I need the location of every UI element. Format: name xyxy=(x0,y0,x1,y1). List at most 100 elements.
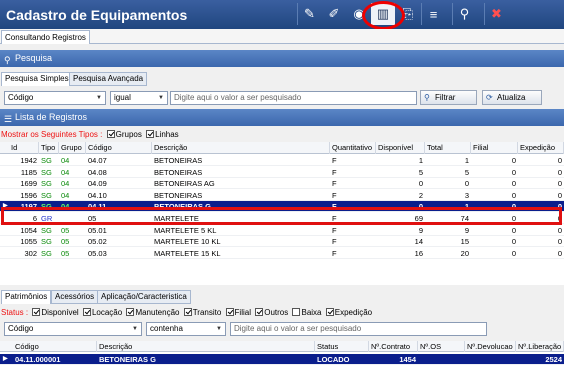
col-grupo[interactable]: Grupo xyxy=(59,142,86,154)
table-row[interactable]: 1942 SG 04 04.07 BETONEIRAS F 1 1 0 0 xyxy=(0,155,564,166)
tab-pesquisa-avancada[interactable]: Pesquisa Avançada xyxy=(69,72,148,86)
refresh-button[interactable]: ⟳ Atualiza xyxy=(482,90,542,105)
col-total[interactable]: Total xyxy=(425,142,471,154)
col-disponivel[interactable]: Disponível xyxy=(376,142,425,154)
detail-operator-value: contenha xyxy=(150,324,183,333)
table-row[interactable]: 302 SG 05 05.03 MARTELETE 15 KL F 16 20 0 0 xyxy=(0,248,564,259)
operator-select[interactable]: igual ▼ xyxy=(110,91,168,105)
table-row[interactable]: 1185 SG 04 04.08 BETONEIRAS F 5 5 0 0 xyxy=(0,167,564,178)
close-icon[interactable]: ✖ xyxy=(484,3,508,25)
col-codigo[interactable]: Código xyxy=(86,142,152,154)
detail-field-select[interactable]: Código ▼ xyxy=(4,322,142,336)
table-row[interactable]: 1054 SG 05 05.01 MARTELETE 5 KL F 9 9 0 0 xyxy=(0,225,564,236)
cell-exped: 0 xyxy=(557,179,562,189)
lista-header: ☰ Lista de Registros xyxy=(0,109,564,126)
detail-search-row: Código ▼ contenha ▼ Digite aqui o valor a … xyxy=(0,320,564,338)
grid-header: Id Tipo Grupo Código Descrição Quantitat… xyxy=(0,142,564,154)
status-disponivel-label: Disponível xyxy=(41,308,79,317)
col-expedicao[interactable]: Expedição xyxy=(518,142,564,154)
detail-search-input[interactable]: Digite aqui o valor a ser pesquisado xyxy=(230,322,487,336)
detail-cell-descricao: BETONEIRAS G xyxy=(99,355,156,364)
table-row[interactable]: 1699 SG 04 04.09 BETONEIRAS AG F 0 0 0 0 xyxy=(0,178,564,190)
search-input[interactable]: Digite aqui o valor a ser pesquisado xyxy=(170,91,417,105)
cell-quant: F xyxy=(332,190,337,200)
cell-filial: 0 xyxy=(511,248,516,258)
pencil-icon[interactable]: ✎ xyxy=(297,3,321,25)
cell-id: 1942 xyxy=(20,156,37,165)
col-tipo[interactable]: Tipo xyxy=(39,142,59,154)
status-expedicao-checkbox[interactable] xyxy=(325,308,334,316)
chevron-down-icon: ▼ xyxy=(158,95,164,101)
cell-descricao: BETONEIRAS xyxy=(154,167,203,177)
field-select[interactable]: Código ▼ xyxy=(4,91,106,105)
linhas-checkbox[interactable] xyxy=(146,130,155,138)
col-descricao[interactable]: Descrição xyxy=(152,142,330,154)
status-disponivel-checkbox[interactable] xyxy=(32,308,41,316)
detail-cell-liberacao: 2524 xyxy=(545,355,562,364)
cell-descricao: BETONEIRAS AG xyxy=(154,179,215,189)
tab-patrimonios[interactable]: Patrimônios xyxy=(1,290,52,304)
tab-acessorios[interactable]: Acessórios xyxy=(51,290,99,304)
detail-operator-select[interactable]: contenha ▼ xyxy=(146,322,226,336)
cell-grupo: 04 xyxy=(61,190,70,200)
menu-icon[interactable]: ≡ xyxy=(421,3,445,25)
dcol-devolucao[interactable]: Nº.Devolucao xyxy=(465,341,516,352)
dcol-os[interactable]: Nº.OS xyxy=(418,341,465,352)
status-baixa-label: Baixa xyxy=(301,308,322,317)
cell-total: 9 xyxy=(464,225,469,235)
cell-tipo: SG xyxy=(41,156,52,165)
tab-consultando[interactable]: Consultando Registros xyxy=(1,30,90,44)
cell-disp: 2 xyxy=(418,190,423,200)
status-locacao-label: Locação xyxy=(91,308,123,317)
tab-pesquisa-simples[interactable]: Pesquisa Simples xyxy=(1,72,73,86)
cell-codigo: 04.07 xyxy=(88,156,107,165)
table-row[interactable]: 1055 SG 05 05.02 MARTELETE 10 KL F 14 15 0 0 xyxy=(0,236,564,248)
col-quantitativo[interactable]: Quantitativo xyxy=(330,142,376,154)
status-filial-checkbox[interactable] xyxy=(225,308,234,316)
status-baixa-checkbox[interactable] xyxy=(292,308,301,316)
cell-quant: F xyxy=(332,156,337,165)
cell-exped: 0 xyxy=(557,225,562,235)
cell-codigo: 05.01 xyxy=(88,225,107,235)
cell-exped: 0 xyxy=(557,237,562,247)
tab-aplicacao[interactable]: Aplicação/Caracteristica xyxy=(97,290,191,304)
cell-grupo: 04 xyxy=(61,156,70,165)
detail-table-row[interactable]: ▶ 04.11.000001 BETONEIRAS G LOCADO 1454 … xyxy=(0,354,564,365)
filter-button[interactable]: ⚲ Filtrar xyxy=(420,90,477,105)
search-icon[interactable]: ⚲ xyxy=(452,3,476,25)
status-outros-checkbox[interactable] xyxy=(255,308,264,316)
cell-total: 20 xyxy=(460,248,469,258)
dcol-contrato[interactable]: Nº.Contrato xyxy=(369,341,418,352)
refresh-label: Atualiza xyxy=(497,93,526,102)
cell-tipo: SG xyxy=(41,190,52,200)
grupos-checkbox[interactable] xyxy=(106,130,115,138)
col-id[interactable]: Id xyxy=(9,142,39,154)
cell-exped: 0 xyxy=(557,167,562,177)
status-locacao-checkbox[interactable] xyxy=(82,308,91,316)
table-row[interactable]: 1596 SG 04 04.10 BETONEIRAS F 2 3 0 0 xyxy=(0,190,564,201)
detail-tabs: Patrimônios Acessórios Aplicação/Caracte… xyxy=(0,290,564,304)
status-filter: Status : Disponível Locação Manutenção T… xyxy=(0,306,564,319)
edit-icon[interactable]: ✐ xyxy=(322,3,346,25)
detail-cell-codigo: 04.11.000001 xyxy=(15,355,61,364)
dcol-liberacao[interactable]: Nº.Liberação xyxy=(516,341,564,352)
status-manutencao-checkbox[interactable] xyxy=(126,308,135,316)
cell-exped: 0 xyxy=(557,248,562,258)
cell-grupo: 04 xyxy=(61,167,70,177)
cell-total: 3 xyxy=(464,190,469,200)
pesquisa-tabs: Pesquisa Simples Pesquisa Avançada xyxy=(0,72,564,86)
dcol-codigo[interactable]: Código xyxy=(13,341,97,352)
cell-quant: F xyxy=(332,237,337,247)
cell-descricao: MARTELETE 5 KL xyxy=(154,225,217,235)
dcol-status[interactable]: Status xyxy=(315,341,369,352)
col-filial[interactable]: Filial xyxy=(471,142,518,154)
status-transito-checkbox[interactable] xyxy=(183,308,192,316)
operator-select-value: igual xyxy=(114,93,131,102)
cell-id: 302 xyxy=(24,248,37,258)
dcol-descricao[interactable]: Descrição xyxy=(97,341,315,352)
main-tabbar: Consultando Registros xyxy=(0,29,564,44)
detail-field-value: Código xyxy=(8,324,34,333)
cell-grupo: 05 xyxy=(61,225,70,235)
cell-codigo: 04.10 xyxy=(88,190,107,200)
cell-filial: 0 xyxy=(511,190,516,200)
